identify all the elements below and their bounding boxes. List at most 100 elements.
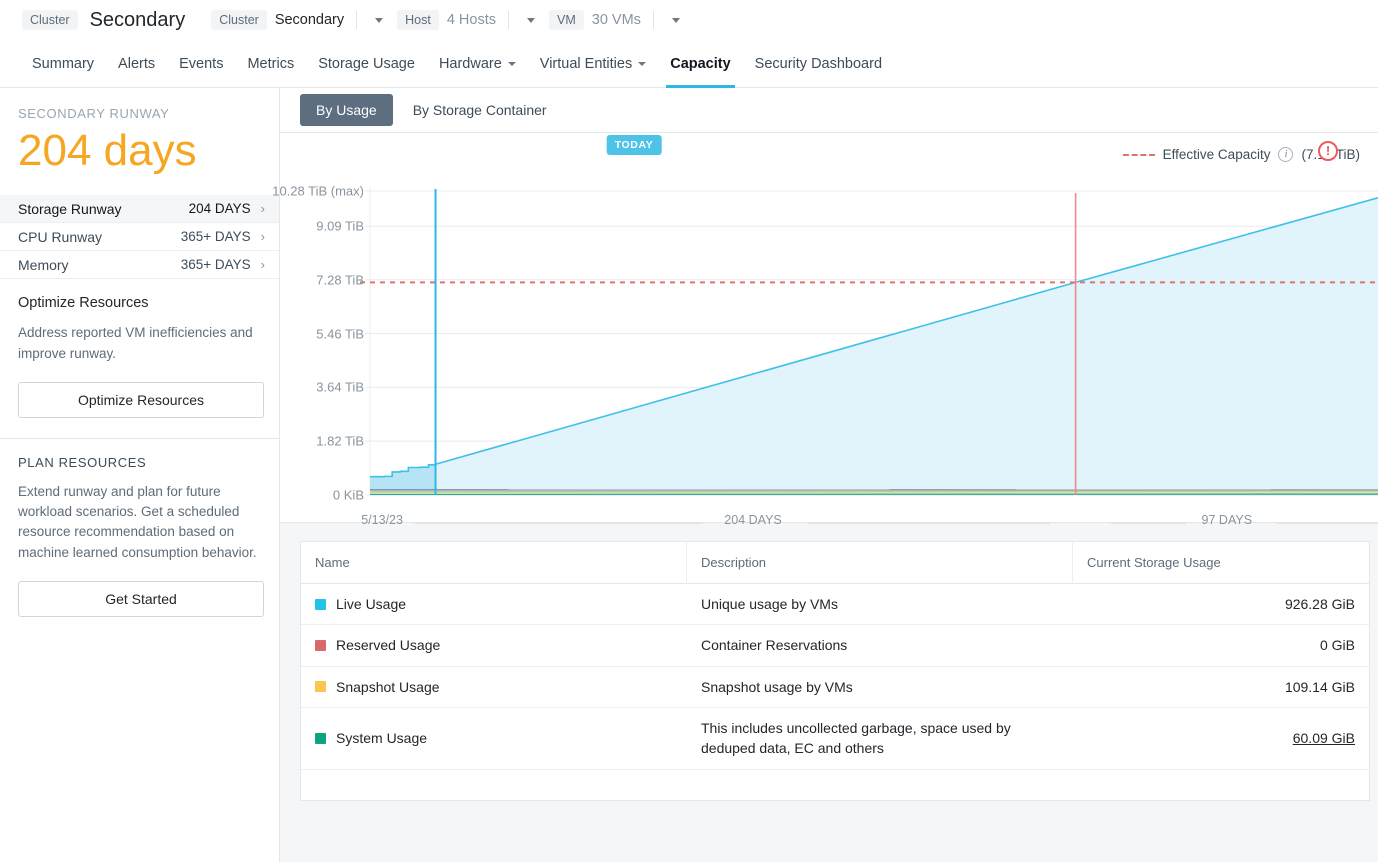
entity-type-chip: Cluster (22, 10, 78, 31)
row-name-label: System Usage (336, 730, 427, 746)
x-axis-tick-label: 5/13/23 (361, 513, 403, 527)
chevron-down-icon-host[interactable] (527, 18, 535, 23)
table-row[interactable]: Reserved Usage Container Reservations 0 … (301, 625, 1369, 666)
sidebar-item-memory[interactable]: Memory 365+ DAYS › (0, 251, 279, 279)
row-name-label: Reserved Usage (336, 637, 440, 653)
row-description-cell: Unique usage by VMs (687, 584, 1073, 624)
sidebar-item-storage-runway[interactable]: Storage Runway 204 DAYS › (0, 195, 279, 223)
effective-capacity-dash-icon (1123, 154, 1155, 156)
tab-metrics[interactable]: Metrics (235, 40, 306, 87)
row-description-cell: This includes uncollected garbage, space… (687, 708, 1073, 769)
chevron-down-icon (638, 62, 646, 66)
capacity-main-panel: By Usage By Storage Container Effective … (280, 88, 1378, 862)
row-name-cell: Live Usage (301, 586, 687, 622)
chart-x-axis-labels: 5/13/23 204 DAYS 97 DAYS (280, 505, 1378, 545)
chevron-right-icon: › (261, 257, 265, 272)
table-footer-spacer (301, 770, 1369, 800)
breadcrumb-chip-vm: VM (549, 10, 584, 31)
tab-events[interactable]: Events (167, 40, 235, 87)
x-axis-connector-line (808, 523, 1050, 524)
tab-label: Events (179, 56, 223, 72)
usage-breakdown-table: Name Description Current Storage Usage L… (300, 541, 1370, 801)
tab-virtual-entities[interactable]: Virtual Entities (528, 40, 658, 87)
row-name-cell: Snapshot Usage (301, 669, 687, 705)
column-header-name[interactable]: Name (301, 542, 687, 584)
row-value-cell: 926.28 GiB (1073, 586, 1369, 622)
chart-plot-area: 10.28 TiB (max)9.09 TiB7.28 TiB5.46 TiB3… (280, 183, 1378, 522)
breadcrumb-divider (508, 11, 509, 29)
breadcrumb-value-vm[interactable]: 30 VMs (592, 12, 641, 28)
main-nav-tabs: Summary Alerts Events Metrics Storage Us… (0, 40, 1378, 88)
optimize-heading: Optimize Resources (18, 295, 261, 311)
get-started-button[interactable]: Get Started (18, 581, 264, 617)
color-swatch-icon (315, 640, 326, 651)
optimize-resources-button[interactable]: Optimize Resources (18, 382, 264, 418)
row-value-link[interactable]: 60.09 GiB (1293, 730, 1355, 746)
x-axis-tick-label: 97 DAYS (1202, 513, 1253, 527)
tab-label: Virtual Entities (540, 56, 632, 72)
chevron-down-icon-vm[interactable] (672, 18, 680, 23)
color-swatch-icon (315, 733, 326, 744)
tab-label: Storage Usage (318, 56, 415, 72)
row-value: 926.28 GiB (1285, 596, 1355, 612)
column-header-description[interactable]: Description (687, 542, 1073, 584)
table-row[interactable]: Snapshot Usage Snapshot usage by VMs 109… (301, 667, 1369, 708)
tab-security-dashboard[interactable]: Security Dashboard (743, 40, 894, 87)
row-value-cell: 0 GiB (1073, 627, 1369, 663)
tab-label: Security Dashboard (755, 56, 882, 72)
row-description-cell: Container Reservations (687, 625, 1073, 665)
breadcrumb-value-host[interactable]: 4 Hosts (447, 12, 496, 28)
tab-label: Summary (32, 56, 94, 72)
plan-resources-section: PLAN RESOURCES Extend runway and plan fo… (0, 439, 279, 617)
capacity-runway-chart: Effective Capacity i (7.19 TiB) TODAY ! … (280, 133, 1378, 523)
plan-caption: PLAN RESOURCES (18, 455, 261, 470)
plan-body: Extend runway and plan for future worklo… (18, 482, 261, 563)
tab-hardware[interactable]: Hardware (427, 40, 528, 87)
sidebar-item-label: Storage Runway (18, 201, 189, 217)
sidebar-item-cpu-runway[interactable]: CPU Runway 365+ DAYS › (0, 223, 279, 251)
breadcrumb: Cluster Secondary Host 4 Hosts VM 30 VMs (211, 10, 686, 31)
chart-svg (280, 183, 1378, 513)
tab-label: Capacity (670, 56, 730, 72)
toggle-by-storage-container[interactable]: By Storage Container (397, 94, 563, 126)
x-axis-connector-line (1111, 523, 1187, 524)
tab-summary[interactable]: Summary (20, 40, 106, 87)
breadcrumb-value-cluster[interactable]: Secondary (275, 12, 344, 28)
row-value: 109.14 GiB (1285, 679, 1355, 695)
runway-headline-value: 204 days (0, 121, 279, 195)
breadcrumb-chip-cluster: Cluster (211, 10, 267, 31)
chevron-down-icon (508, 62, 516, 66)
entity-breadcrumb-bar: Cluster Secondary Cluster Secondary Host… (0, 0, 1378, 40)
tab-storage-usage[interactable]: Storage Usage (306, 40, 427, 87)
x-axis-connector-line (415, 523, 702, 524)
row-value: 0 GiB (1320, 637, 1355, 653)
tab-alerts[interactable]: Alerts (106, 40, 167, 87)
color-swatch-icon (315, 681, 326, 692)
breadcrumb-chip-host: Host (397, 10, 439, 31)
toggle-by-usage[interactable]: By Usage (300, 94, 393, 126)
legend-label-effective-capacity: Effective Capacity (1163, 147, 1271, 162)
sidebar-item-value: 365+ DAYS (181, 229, 251, 244)
tab-label: Metrics (247, 56, 294, 72)
chevron-down-icon-cluster[interactable] (375, 18, 383, 23)
today-marker-badge: TODAY (607, 135, 662, 155)
tab-label: Hardware (439, 56, 502, 72)
table-row[interactable]: System Usage This includes uncollected g… (301, 708, 1369, 770)
table-row[interactable]: Live Usage Unique usage by VMs 926.28 Gi… (301, 584, 1369, 625)
sidebar-item-value: 365+ DAYS (181, 257, 251, 272)
view-toggle-group: By Usage By Storage Container (280, 88, 1378, 133)
exclamation-icon[interactable]: ! (1318, 141, 1338, 161)
row-value-cell: 109.14 GiB (1073, 669, 1369, 705)
table-header-row: Name Description Current Storage Usage (301, 542, 1369, 584)
optimize-resources-section: Optimize Resources Address reported VM i… (0, 279, 279, 418)
info-icon[interactable]: i (1278, 147, 1293, 162)
x-axis-tick-label: 204 DAYS (724, 513, 781, 527)
optimize-body: Address reported VM inefficiencies and i… (18, 323, 261, 364)
capacity-sidebar: SECONDARY RUNWAY 204 days Storage Runway… (0, 88, 280, 862)
sidebar-item-value: 204 DAYS (189, 201, 251, 216)
row-value-cell: 60.09 GiB (1073, 720, 1369, 756)
breadcrumb-divider (356, 11, 357, 29)
column-header-current-storage-usage[interactable]: Current Storage Usage (1073, 542, 1369, 584)
page-title: Secondary (90, 9, 186, 32)
tab-capacity[interactable]: Capacity (658, 40, 742, 87)
